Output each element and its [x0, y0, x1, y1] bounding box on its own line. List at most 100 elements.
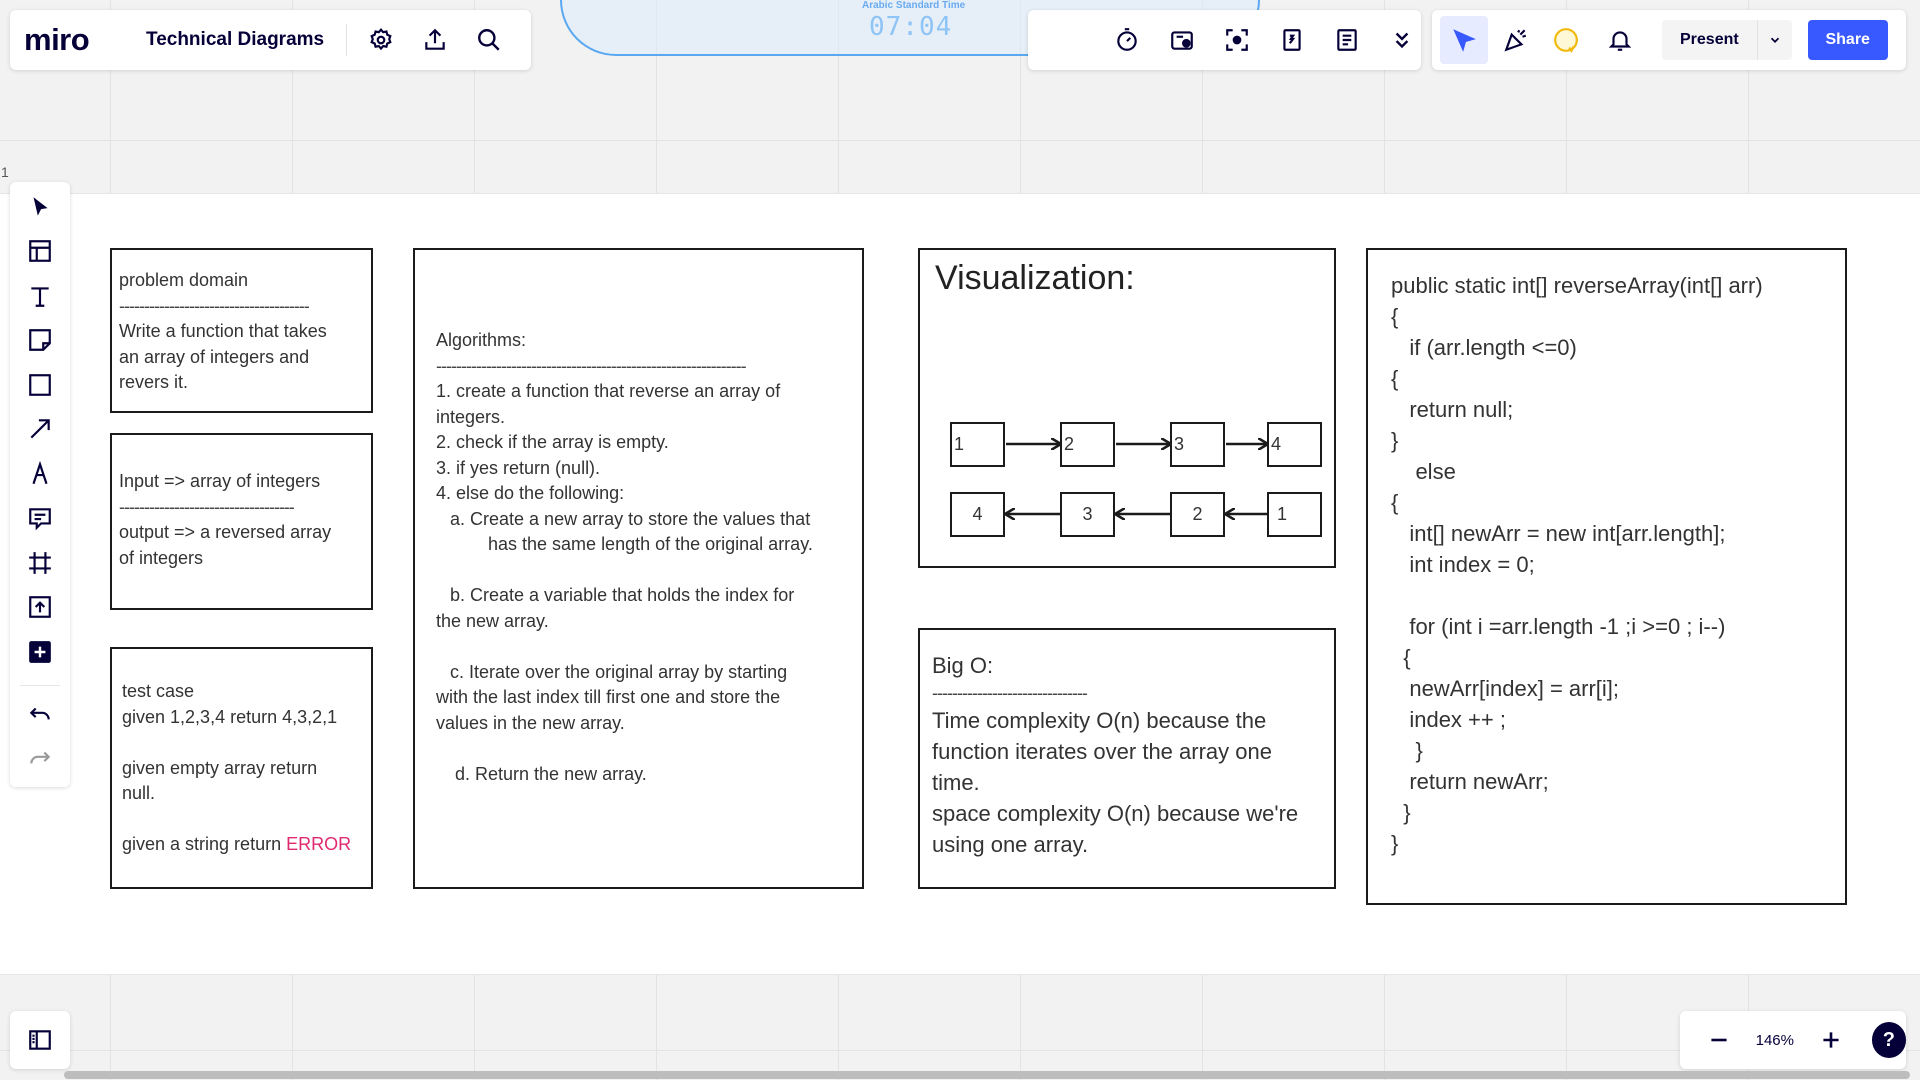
frame-tool[interactable]: [18, 546, 62, 579]
test-case-1: given 1,2,3,4 return 4,3,2,1: [122, 706, 338, 727]
creation-toolbar: [10, 182, 70, 787]
algorithm-title: Algorithms:: [436, 330, 527, 350]
big-o-card[interactable]: Big O: ------------------------------- T…: [918, 628, 1336, 889]
voting-button[interactable]: [1163, 20, 1202, 60]
cursors-button[interactable]: [1440, 16, 1488, 64]
array-node: 1: [950, 422, 1005, 467]
zoom-level[interactable]: 146%: [1746, 1032, 1803, 1049]
notifications-button[interactable]: [1600, 20, 1640, 60]
big-o-line: Time complexity O(n) because the: [932, 708, 1267, 733]
code-line: {: [1391, 304, 1399, 329]
code-line: return newArr;: [1391, 769, 1549, 794]
sticky-note-icon: [29, 329, 51, 352]
output-text: of integers: [119, 547, 204, 568]
square-icon: [29, 373, 51, 396]
upload-tool[interactable]: [18, 590, 62, 623]
test-case-2-cont: null.: [122, 783, 156, 803]
chevron-down-icon: [1770, 37, 1779, 43]
undo-button[interactable]: [18, 698, 62, 731]
search-button[interactable]: [469, 20, 509, 60]
error-label: ERROR: [286, 834, 352, 854]
code-line: {: [1391, 366, 1399, 391]
sticky-note-tool[interactable]: [18, 323, 62, 356]
comment-tool[interactable]: [18, 501, 62, 534]
output-text: output => a reversed array: [119, 522, 332, 542]
code-line: }: [1391, 428, 1399, 453]
test-title: test case: [122, 681, 195, 701]
algorithm-step: integers.: [436, 406, 506, 427]
frames-button[interactable]: [1272, 20, 1311, 60]
upload-box-icon: [29, 596, 51, 618]
reactions-button[interactable]: [1496, 20, 1536, 60]
frames-icon: [1283, 29, 1301, 51]
minus-icon: [1711, 1038, 1727, 1042]
horizontal-scrollbar[interactable]: [64, 1071, 1910, 1079]
upload-icon: [425, 28, 445, 50]
zoom-controls: 146% ?: [1680, 1011, 1906, 1069]
timer-button[interactable]: [1108, 20, 1147, 60]
select-tool[interactable]: [18, 190, 62, 223]
share-toolbar: Present Share: [1432, 10, 1906, 70]
code-line: }: [1391, 800, 1411, 825]
present-options-button[interactable]: [1757, 20, 1792, 60]
board-header: miro Technical Diagrams: [10, 10, 531, 70]
share-button[interactable]: Share: [1807, 20, 1888, 60]
connection-line-tool[interactable]: [18, 412, 62, 445]
pen-tool[interactable]: [18, 457, 62, 490]
problem-domain-card[interactable]: problem domain -------------------------…: [110, 248, 373, 413]
pen-icon: [32, 460, 48, 484]
templates-tool[interactable]: [18, 234, 62, 267]
cursor-icon: [1453, 29, 1476, 52]
comment-icon: [29, 508, 51, 531]
test-case-card[interactable]: test case given 1,2,3,4 return 4,3,2,1 g…: [110, 647, 373, 889]
algorithm-substep-c-cont: values in the new array.: [436, 712, 625, 733]
gear-icon: [370, 28, 392, 51]
code-line: for (int i =arr.length -1 ;i >=0 ; i--): [1391, 614, 1726, 639]
collaboration-toolbar: [1028, 10, 1421, 70]
export-button[interactable]: [415, 20, 455, 60]
help-button[interactable]: ?: [1871, 1022, 1906, 1058]
toggle-frames-panel-button[interactable]: [20, 1020, 60, 1060]
bell-icon: [1608, 31, 1632, 51]
redo-icon: [30, 752, 51, 764]
problem-divider: --------------------------------------: [119, 295, 310, 316]
party-popper-icon: [1504, 29, 1527, 52]
big-o-line: time.: [932, 770, 980, 795]
settings-button[interactable]: [361, 20, 401, 60]
input-output-card[interactable]: Input => array of integers -------------…: [110, 433, 373, 610]
miro-logo[interactable]: miro: [24, 22, 128, 58]
big-o-title: Big O:: [932, 653, 994, 678]
visualization-card[interactable]: Visualization: 1 2 3 4 4 3 2 1: [918, 248, 1336, 568]
present-button[interactable]: Present: [1662, 20, 1758, 60]
algorithm-substep-a-cont: has the same length of the original arra…: [488, 534, 813, 554]
clock-timezone: Arabic Standard Time: [862, 0, 966, 11]
notes-button[interactable]: [1327, 20, 1366, 60]
more-tools-button[interactable]: [1382, 20, 1421, 60]
test-case-3-text: given a string return: [122, 834, 287, 854]
search-icon: [478, 29, 500, 51]
user-avatar[interactable]: [1546, 20, 1586, 60]
zoom-out-button[interactable]: [1700, 1020, 1738, 1060]
toolbar-divider: [20, 685, 60, 687]
array-node: 4: [1267, 422, 1322, 467]
board-title[interactable]: Technical Diagrams: [128, 24, 348, 56]
algorithm-card[interactable]: Algorithms: ----------------------------…: [413, 248, 864, 889]
algorithm-substep-b: b. Create a variable that holds the inde…: [450, 585, 795, 605]
text-tool[interactable]: [18, 279, 62, 312]
algorithm-step: 2. check if the array is empty.: [436, 432, 669, 452]
code-card[interactable]: public static int[] reverseArray(int[] a…: [1366, 248, 1847, 905]
code-line: int index = 0;: [1391, 552, 1535, 577]
shape-tool[interactable]: [18, 368, 62, 401]
bring-everyone-button[interactable]: [1218, 20, 1257, 60]
redo-button[interactable]: [18, 743, 62, 776]
help-icon: ?: [1882, 1028, 1895, 1051]
frame-label[interactable]: 1: [1, 164, 9, 180]
code-line: newArr[index] = arr[i];: [1391, 676, 1620, 701]
reversed-node: 2: [1170, 492, 1225, 537]
side-panel-icon: [29, 1030, 51, 1050]
more-apps-tool[interactable]: [18, 635, 62, 668]
code-line: else: [1391, 459, 1456, 484]
code-line: index ++ ;: [1391, 707, 1506, 732]
undo-icon: [29, 707, 50, 720]
zoom-in-button[interactable]: [1811, 1020, 1849, 1060]
